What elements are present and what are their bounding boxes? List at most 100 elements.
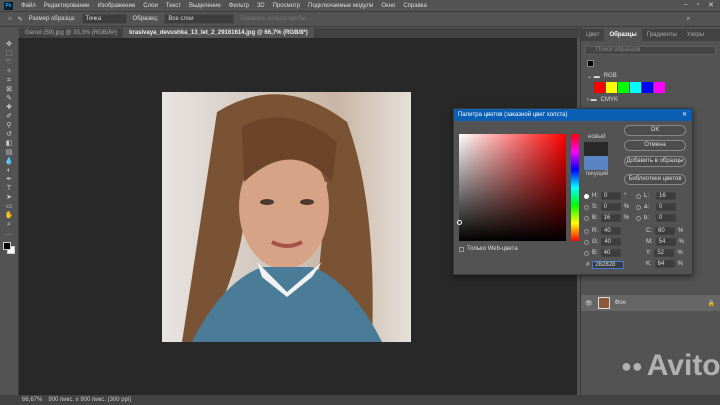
tab-patterns[interactable]: Узоры <box>682 29 709 41</box>
stamp-tool-icon[interactable]: ⚲ <box>4 122 14 129</box>
tab-swatches[interactable]: Образцы <box>604 29 642 41</box>
zoom-level[interactable]: 66,67% <box>22 397 42 403</box>
c-field[interactable]: 60 <box>655 227 675 235</box>
move-tool-icon[interactable]: ✥ <box>4 41 14 48</box>
y-field[interactable]: 52 <box>654 249 675 257</box>
visibility-eye-icon[interactable]: 👁 <box>585 300 593 307</box>
layer-row[interactable]: 👁 Фон 🔒 <box>581 295 720 311</box>
web-only-checkbox[interactable] <box>459 246 464 252</box>
l-field[interactable]: 16 <box>656 192 677 200</box>
cancel-button[interactable]: Отмена <box>624 140 686 151</box>
tab-document-2[interactable]: krasivaya_devushka_13_let_2_29161614.jpg… <box>123 28 314 38</box>
shape-tool-icon[interactable]: ▭ <box>4 203 14 210</box>
show-ring-checkbox[interactable]: Показать кольцо пробы <box>240 16 306 22</box>
m-field[interactable]: 54 <box>655 238 676 246</box>
h-field[interactable]: 0 <box>601 192 621 200</box>
menu-file[interactable]: Файл <box>21 3 36 9</box>
maximize-icon[interactable]: ▫ <box>697 1 699 9</box>
menu-view[interactable]: Просмотр <box>273 3 300 9</box>
hex-field[interactable]: 282828 <box>592 261 625 269</box>
g-field[interactable]: 40 <box>601 238 622 246</box>
current-color-swatch[interactable] <box>584 156 608 170</box>
eyedropper-icon[interactable]: ✎ <box>18 16 23 23</box>
lasso-tool-icon[interactable]: ➰ <box>4 59 14 66</box>
radio-g[interactable] <box>584 239 589 245</box>
swatch-3[interactable] <box>630 82 641 93</box>
radio-h[interactable] <box>584 193 589 199</box>
menu-filter[interactable]: Фильтр <box>229 3 249 9</box>
document-image[interactable] <box>162 92 411 342</box>
eyedropper-tool-icon[interactable]: ✎ <box>4 95 14 102</box>
menu-plugins[interactable]: Подключаемые модули <box>308 3 373 9</box>
home-icon[interactable]: ⌂ <box>8 16 12 22</box>
tab-color[interactable]: Цвет <box>581 29 604 41</box>
menu-layers[interactable]: Слои <box>143 3 158 9</box>
b-field[interactable]: 16 <box>600 214 621 222</box>
minimize-icon[interactable]: – <box>684 1 688 9</box>
zoom-tool-icon[interactable]: ⌕ <box>4 221 14 228</box>
radio-b[interactable] <box>584 215 589 221</box>
blue-field[interactable]: 40 <box>600 249 621 257</box>
blur-tool-icon[interactable]: 💧 <box>4 158 14 165</box>
a-field[interactable]: 0 <box>656 203 677 211</box>
color-picker-marker[interactable] <box>457 220 462 225</box>
swatch-group-cmyk[interactable]: › ▬ CMYK <box>587 97 714 103</box>
swatch-4[interactable] <box>642 82 653 93</box>
recent-swatch[interactable] <box>587 60 594 67</box>
radio-blue[interactable] <box>584 250 589 256</box>
menu-bar: Ps Файл Редактирование Изображение Слои … <box>0 0 720 11</box>
photoshop-logo: Ps <box>4 1 13 10</box>
hand-tool-icon[interactable]: ✋ <box>4 212 14 219</box>
search-icon[interactable]: ⌕ <box>687 16 690 23</box>
menu-select[interactable]: Выделение <box>189 3 221 9</box>
color-swatches[interactable] <box>3 242 15 254</box>
add-to-swatches-button[interactable]: Добавить в образцы <box>624 156 686 167</box>
eraser-tool-icon[interactable]: ◧ <box>4 140 14 147</box>
hue-slider[interactable] <box>571 134 579 241</box>
radio-s[interactable] <box>584 204 589 210</box>
s-field[interactable]: 0 <box>600 203 621 211</box>
color-libraries-button[interactable]: Библиотеки цветов <box>624 174 686 185</box>
frame-tool-icon[interactable]: ⊠ <box>4 86 14 93</box>
swatch-2[interactable] <box>618 82 629 93</box>
r-field[interactable]: 40 <box>601 227 621 235</box>
history-brush-icon[interactable]: ↺ <box>4 131 14 138</box>
menu-image[interactable]: Изображение <box>97 3 135 9</box>
marquee-tool-icon[interactable]: ⬚ <box>4 50 14 57</box>
swatch-group-rgb[interactable]: ⌄ ▬ RGB <box>587 73 714 80</box>
sample-select[interactable]: Все слои <box>164 14 235 24</box>
swatch-5[interactable] <box>654 82 665 93</box>
dodge-tool-icon[interactable]: ◐ <box>4 167 14 174</box>
menu-type[interactable]: Текст <box>166 3 181 9</box>
radio-r[interactable] <box>584 228 589 234</box>
radio-a[interactable] <box>636 204 641 210</box>
lab-b-field[interactable]: 0 <box>656 214 677 222</box>
swatch-1[interactable] <box>606 82 617 93</box>
gradient-tool-icon[interactable]: ▤ <box>4 149 14 156</box>
path-select-icon[interactable]: ➤ <box>4 194 14 201</box>
color-field[interactable] <box>457 134 566 241</box>
k-field[interactable]: 64 <box>654 260 675 268</box>
radio-lab-b[interactable] <box>636 215 641 221</box>
menu-3d[interactable]: 3D <box>257 3 265 9</box>
type-tool-icon[interactable]: T <box>4 185 14 192</box>
close-icon[interactable]: ✕ <box>708 1 714 9</box>
radio-l[interactable] <box>636 193 641 199</box>
sample-size-select[interactable]: Точка <box>81 14 127 24</box>
more-tools-icon[interactable]: … <box>4 230 14 237</box>
ok-button[interactable]: OK <box>624 125 686 136</box>
tab-document-1[interactable]: Gerod (59).jpg @ 33,3% (RGB/8#) <box>19 28 123 38</box>
swatch-0[interactable] <box>594 82 605 93</box>
quick-select-tool-icon[interactable]: ✧ <box>4 68 14 75</box>
swatch-search-input[interactable]: Поиск образцов <box>585 46 716 55</box>
healing-tool-icon[interactable]: ✚ <box>4 104 14 111</box>
crop-tool-icon[interactable]: ⌗ <box>4 77 14 84</box>
menu-help[interactable]: Справка <box>403 3 427 9</box>
menu-window[interactable]: Окно <box>381 3 395 9</box>
pen-tool-icon[interactable]: ✒ <box>4 176 14 183</box>
brush-tool-icon[interactable]: ✐ <box>4 113 14 120</box>
current-label: текущий <box>585 171 609 177</box>
close-icon[interactable]: ✕ <box>682 109 687 121</box>
tab-gradients[interactable]: Градиенты <box>642 29 682 41</box>
menu-edit[interactable]: Редактирование <box>44 3 90 9</box>
